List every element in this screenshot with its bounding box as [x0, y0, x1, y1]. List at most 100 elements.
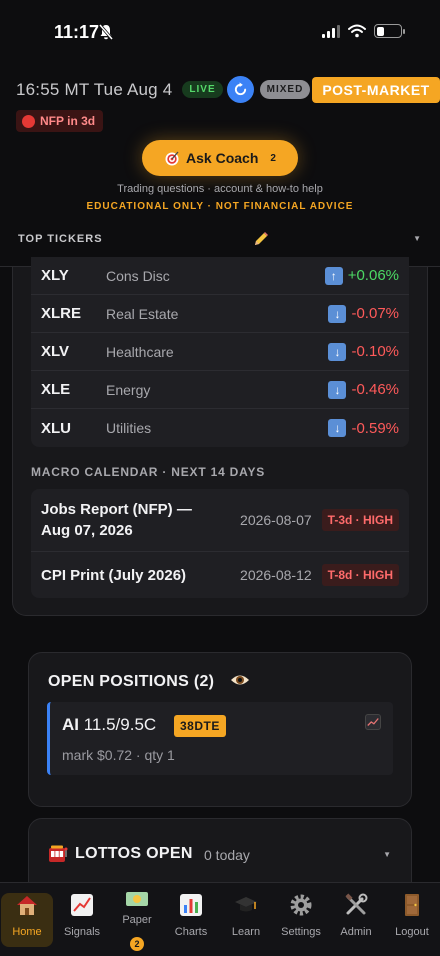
table-row[interactable]: XLE Energy ↓ -0.46% [31, 371, 409, 409]
market-clock: 16:55 MT Tue Aug 4 [16, 79, 173, 99]
wifi-icon [348, 24, 366, 38]
sector-symbol: XLV [41, 343, 70, 360]
graduation-cap-icon [235, 897, 257, 912]
battery-icon [374, 24, 405, 38]
sector-change-value: -0.46% [351, 381, 399, 398]
tools-icon [345, 893, 368, 915]
arrow-down-icon: ↓ [328, 304, 347, 323]
eye-icon[interactable] [230, 672, 250, 688]
disclaimer-text: EDUCATIONAL ONLY · NOT FINANCIAL ADVICE [86, 201, 354, 212]
cellular-signal-icon [322, 24, 340, 38]
lottos-count: 0 today [204, 847, 250, 863]
refresh-icon [234, 82, 246, 96]
money-icon [126, 892, 148, 906]
macro-calendar-title: MACRO CALENDAR · NEXT 14 DAYS [31, 465, 266, 479]
status-bar: 11:17 [0, 0, 440, 62]
open-positions-title: OPEN POSITIONS (2) [48, 673, 215, 690]
macro-event-date: 2026-08-12 [240, 567, 312, 583]
table-row[interactable]: Jobs Report (NFP) — Aug 07, 2026 2026-08… [31, 489, 409, 552]
bell-muted-icon [98, 24, 114, 40]
position-item[interactable]: AI 11.5/9.5C 38DTE mark $0.72 · qty 1 [47, 702, 393, 775]
sector-symbol: XLRE [41, 305, 82, 322]
sector-symbol: XLE [41, 381, 71, 398]
session-badge: POST-MARKET [312, 76, 440, 103]
tab-label: Logout [395, 926, 429, 938]
ask-coach-count: 2 [270, 152, 276, 164]
sector-change: ↓ -0.07% [328, 304, 399, 323]
tab-charts[interactable]: Charts [165, 893, 217, 947]
tab-admin[interactable]: Admin [330, 893, 382, 947]
tab-label: Settings [281, 926, 321, 938]
gear-icon [290, 894, 312, 916]
tab-learn[interactable]: Learn [220, 893, 272, 947]
position-detail: mark $0.72 · qty 1 [62, 747, 175, 763]
open-positions-card: OPEN POSITIONS (2) AI 11.5/9.5C 38DTE ma… [28, 652, 412, 807]
macro-impact-badge: T-8d · HIGH [321, 564, 399, 586]
paper-count-badge: 2 [130, 937, 144, 951]
macro-calendar-table: Jobs Report (NFP) — Aug 07, 2026 2026-08… [31, 489, 409, 598]
table-row[interactable]: XLY Cons Disc ↑ +0.06% [31, 257, 409, 295]
sector-name: Real Estate [106, 305, 179, 322]
sector-change-value: -0.59% [351, 419, 399, 437]
chart-icon[interactable] [365, 714, 381, 730]
breadth-badge: MIXED [259, 80, 311, 99]
nfp-countdown-badge[interactable]: NFP in 3d [16, 110, 104, 132]
ask-coach-button[interactable]: Ask Coach 2 [142, 140, 298, 176]
top-tickers-caret-icon[interactable]: ▼ [413, 234, 421, 243]
arrow-down-icon: ↓ [328, 380, 347, 399]
target-icon [165, 151, 179, 166]
market-status-row: 16:55 MT Tue Aug 4 LIVE MIXED POST-MARKE… [16, 76, 440, 103]
table-row[interactable]: XLV Healthcare ↓ -0.10% [31, 333, 409, 371]
tab-paper[interactable]: Paper 2 [111, 892, 163, 951]
pencil-icon[interactable] [253, 231, 269, 247]
position-contract: AI 11.5/9.5C [62, 715, 156, 735]
refresh-button[interactable] [226, 76, 254, 103]
macro-event-name: CPI Print (July 2026) [41, 566, 187, 584]
house-icon [17, 896, 37, 915]
sector-change-value: +0.06% [347, 267, 399, 284]
macro-event-date: 2026-08-07 [240, 512, 312, 528]
sector-change-value: -0.07% [351, 305, 399, 322]
coach-help-text: Trading questions · account & how-to hel… [117, 183, 323, 195]
sector-change: ↓ -0.46% [328, 380, 399, 399]
tab-label: Paper [122, 914, 152, 926]
app-header: 16:55 MT Tue Aug 4 LIVE MIXED POST-MARKE… [0, 62, 440, 267]
sector-change: ↓ -0.10% [328, 342, 399, 361]
chart-up-icon [71, 894, 93, 916]
sector-name: Utilities [106, 420, 152, 436]
tab-label: Signals [63, 926, 101, 938]
tab-label: Learn [231, 926, 261, 938]
arrow-down-icon: ↓ [328, 419, 347, 437]
tab-home[interactable]: Home [1, 893, 53, 947]
slot-machine-icon [49, 845, 68, 862]
sector-change-value: -0.10% [351, 343, 399, 360]
tab-settings[interactable]: Settings [275, 893, 327, 947]
macro-event-name: Jobs Report (NFP) — Aug 07, 2026 [41, 501, 192, 539]
sector-name: Cons Disc [106, 267, 170, 284]
bar-chart-icon [180, 894, 202, 916]
table-row[interactable]: XLU Utilities ↓ -0.59% [31, 409, 409, 447]
arrow-up-icon: ↑ [324, 266, 343, 285]
sector-symbol: XLY [41, 267, 69, 284]
nfp-countdown-label: NFP in 3d [40, 114, 96, 128]
lottos-title: LOTTOS OPEN [75, 845, 193, 862]
dte-badge: 38DTE [174, 715, 226, 737]
tab-label: Admin [340, 926, 372, 938]
macro-impact-badge: T-3d · HIGH [321, 509, 399, 531]
chevron-down-icon[interactable]: ▼ [383, 850, 391, 859]
position-strikes: 11.5/9.5C [83, 715, 157, 734]
tab-label: Home [12, 926, 42, 938]
lottos-header: LOTTOS OPEN [48, 845, 193, 863]
red-circle-icon [22, 114, 35, 128]
tab-signals[interactable]: Signals [56, 893, 108, 947]
arrow-down-icon: ↓ [328, 342, 347, 361]
sector-name: Energy [106, 381, 151, 398]
sector-symbol: XLU [41, 419, 71, 437]
table-row[interactable]: CPI Print (July 2026) 2026-08-12 T-8d · … [31, 552, 409, 598]
top-tickers-label[interactable]: TOP TICKERS [18, 233, 103, 245]
sector-change: ↓ -0.59% [328, 419, 399, 437]
door-icon [405, 894, 419, 916]
table-row[interactable]: XLRE Real Estate ↓ -0.07% [31, 295, 409, 333]
sector-table: XLY Cons Disc ↑ +0.06% XLRE Real Estate … [31, 257, 409, 447]
tab-logout[interactable]: Logout [386, 893, 438, 947]
